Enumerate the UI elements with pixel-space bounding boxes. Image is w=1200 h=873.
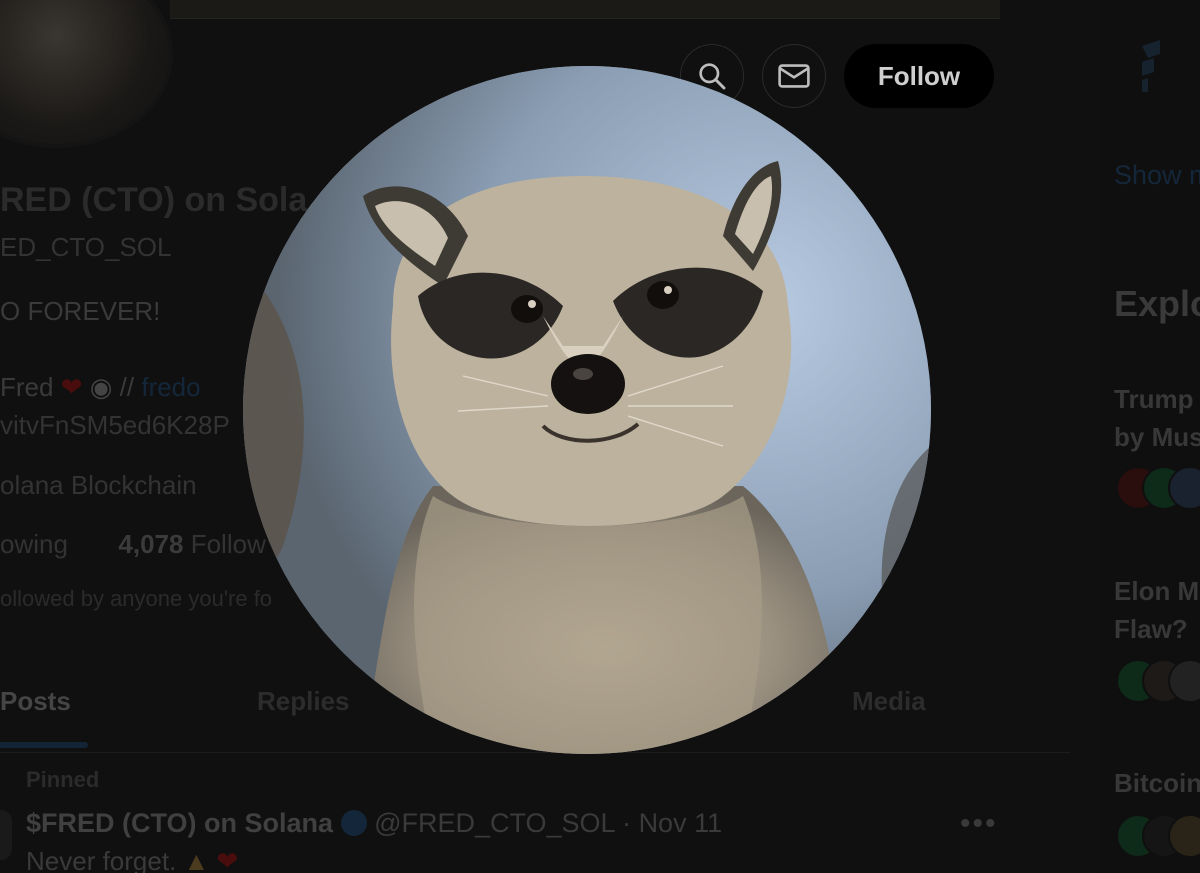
raccoon-image (243, 66, 931, 754)
enlarged-avatar-photo (243, 66, 931, 754)
profile-page: Follow RED (CTO) on Sola ED_CTO_SOL O FO… (0, 0, 1200, 873)
